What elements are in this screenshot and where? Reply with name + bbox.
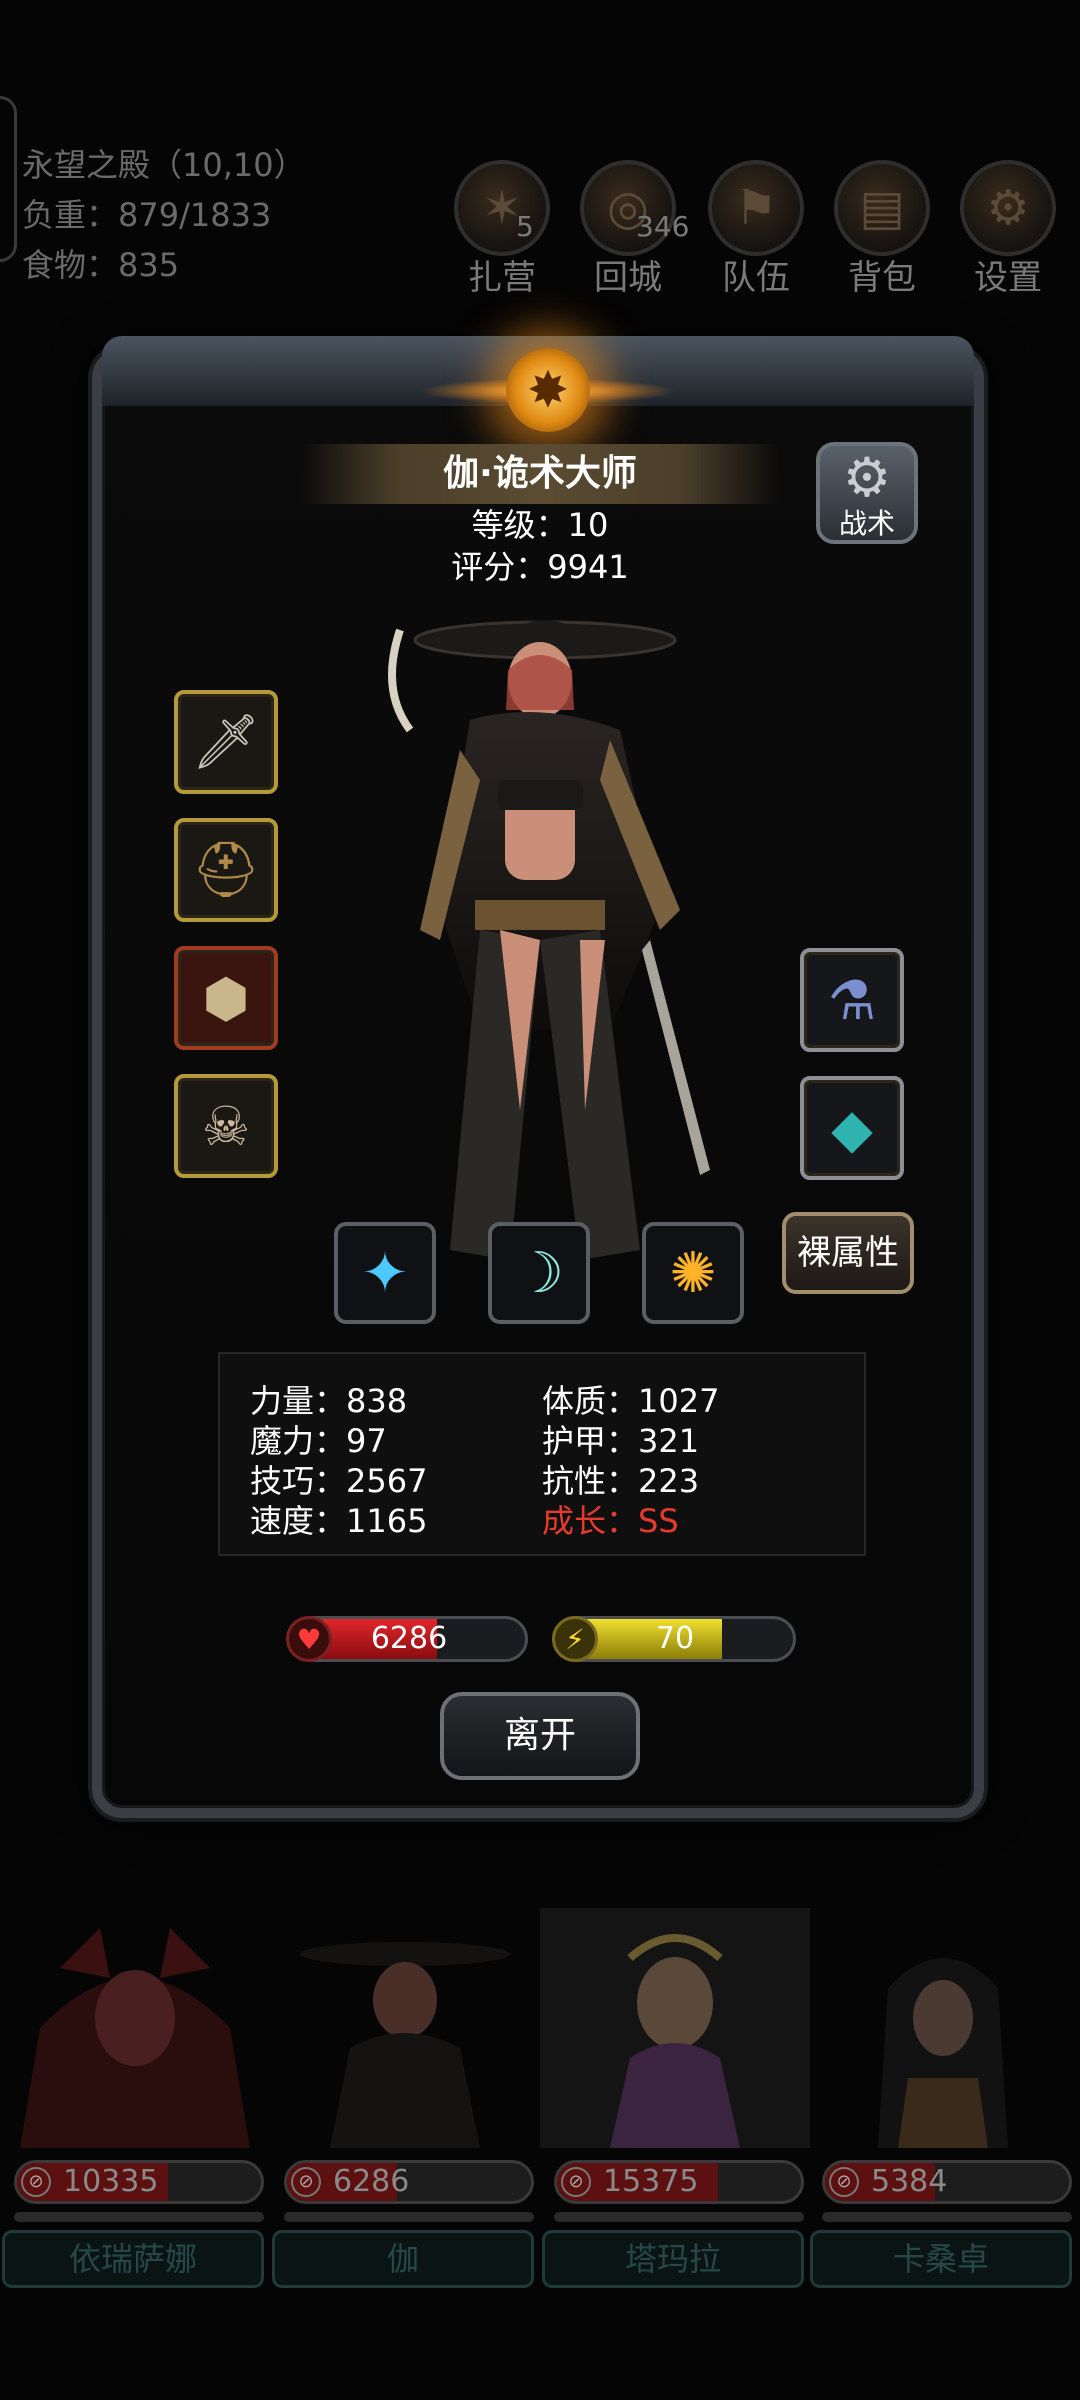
roster-portrait [878, 1958, 1008, 2148]
return-town-label: 回城 [594, 258, 662, 298]
roster-hp-bar: ⊘ 10335 [14, 2160, 264, 2204]
gear-icon: ⚙ [842, 446, 892, 509]
gem-icon: ◆ [831, 1096, 873, 1160]
roster-card-3[interactable]: ⊘ 15375 塔玛拉 [540, 1908, 810, 2288]
team-label: 队伍 [722, 258, 790, 298]
emblem-icon: ✸ [506, 348, 590, 432]
naked-attributes-button[interactable]: 裸属性 [782, 1212, 914, 1294]
roster-name: 依瑞萨娜 [2, 2230, 264, 2288]
light-beam-skill-icon: ✦ [361, 1240, 409, 1306]
team-icon: ⚑ [708, 160, 804, 256]
location-label: 永望之殿（10,10） [22, 146, 306, 184]
lightning-icon: ⚡ [552, 1616, 598, 1662]
backpack-button[interactable]: ▤ 背包 [832, 160, 932, 299]
roster-card-1[interactable]: ⊘ 10335 依瑞萨娜 [0, 1908, 270, 2288]
heart-icon: ♥ [286, 1616, 332, 1662]
backpack-icon: ▤ [834, 160, 930, 256]
gem-slot[interactable]: ◆ [800, 1076, 904, 1180]
hero-name: 伽·诡术大师 [300, 444, 780, 504]
side-panel-tab[interactable] [0, 96, 17, 262]
potion-icon: ⚗ [827, 968, 877, 1032]
roster-hp-value: 15375 [603, 2164, 699, 2199]
roster-name: 塔玛拉 [542, 2230, 804, 2288]
hero-score: 评分：9941 [451, 548, 629, 586]
ring-slot[interactable]: ⬢ [174, 946, 278, 1050]
fire-burst-skill-icon: ✺ [669, 1240, 717, 1306]
roster-hp-bar: ⊘ 15375 [554, 2160, 804, 2204]
shield-icon: ⊘ [21, 2167, 51, 2197]
roster-divider [554, 2212, 804, 2222]
roster-divider [284, 2212, 534, 2222]
roster-hp-value: 10335 [63, 2164, 159, 2199]
roster-portrait [300, 1942, 510, 2148]
leave-button[interactable]: 离开 [440, 1692, 640, 1780]
return-town-button[interactable]: ◎ 346 回城 [578, 160, 689, 299]
skill-slot-1[interactable]: ✦ [334, 1222, 436, 1324]
weight-label: 负重：879/1833 [22, 196, 272, 234]
roster-hp-bar: ⊘ 6286 [284, 2160, 534, 2204]
potion-slot[interactable]: ⚗ [800, 948, 904, 1052]
roster-hp-value: 5384 [871, 2164, 948, 2199]
backpack-label: 背包 [848, 258, 916, 298]
team-button[interactable]: ⚑ 队伍 [706, 160, 806, 299]
tactic-label: 战术 [838, 507, 895, 540]
roster-divider [822, 2212, 1072, 2222]
roster-divider [14, 2212, 264, 2222]
roster-name: 伽 [272, 2230, 534, 2288]
stats-panel: 力量：838 魔力：97 技巧：2567 速度：1165 体质：1027 护甲：… [218, 1352, 866, 1556]
ring-icon: ⬢ [202, 966, 250, 1030]
camp-label: 扎营 [468, 258, 536, 298]
roster-name: 卡桑卓 [810, 2230, 1072, 2288]
roster-hp-bar: ⊘ 5384 [822, 2160, 1072, 2204]
food-label: 食物：835 [22, 246, 180, 284]
return-town-badge: 346 [636, 210, 690, 243]
mask-icon: ☠ [201, 1094, 251, 1158]
settings-label: 设置 [974, 258, 1042, 298]
dagger-icon: 🗡 [191, 710, 261, 773]
campfire-icon: ✶ [454, 160, 550, 256]
shield-icon: ⊘ [829, 2167, 859, 2197]
weapon-slot[interactable]: 🗡 [174, 690, 278, 794]
stat-growth: 成长：SS [542, 1502, 679, 1540]
slash-skill-icon: ☽ [513, 1240, 565, 1306]
mask-slot[interactable]: ☠ [174, 1074, 278, 1178]
location-info: 永望之殿（10,10） 负重：879/1833 食物：835 [22, 140, 306, 290]
roster-card-4[interactable]: ⊘ 5384 卡桑卓 [808, 1908, 1078, 2288]
settings-button[interactable]: ⚙ 设置 [958, 160, 1058, 299]
gear-icon: ⚙ [960, 160, 1056, 256]
skill-slot-3[interactable]: ✺ [642, 1222, 744, 1324]
helmet-slot[interactable]: ⛑ [174, 818, 278, 922]
roster-portrait [20, 1928, 250, 2148]
stat-speed: 速度：1165 [250, 1502, 428, 1540]
camp-badge: 5 [516, 210, 534, 243]
camp-button[interactable]: ✶ 5 扎营 [452, 160, 552, 299]
roster-hp-value: 6286 [333, 2164, 410, 2199]
shield-icon: ⊘ [291, 2167, 321, 2197]
hero-level: 等级：10 [471, 506, 609, 544]
tactic-button[interactable]: ⚙ 战术 [816, 442, 918, 544]
helmet-icon: ⛑ [191, 838, 261, 901]
shield-icon: ⊘ [561, 2167, 591, 2197]
roster-card-2[interactable]: ⊘ 6286 伽 [270, 1908, 540, 2288]
roster-portrait [540, 1908, 810, 2148]
skill-slot-2[interactable]: ☽ [488, 1222, 590, 1324]
